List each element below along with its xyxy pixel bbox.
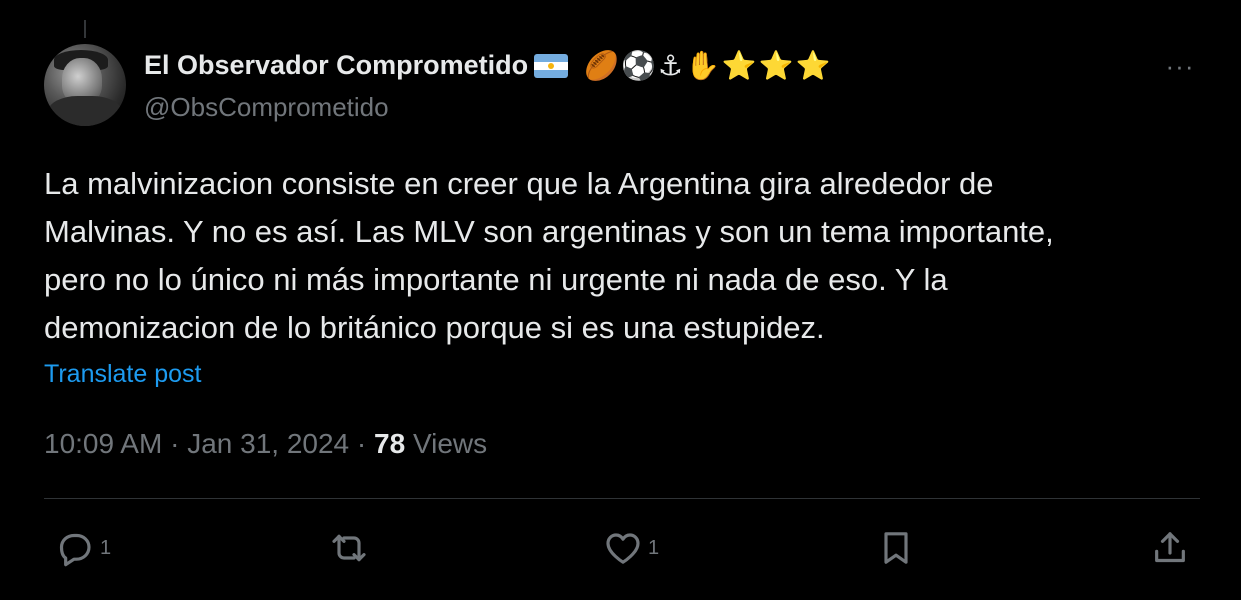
avatar[interactable] — [44, 44, 126, 126]
raised-hand-emoji: ✋ — [684, 49, 720, 81]
post-text-line: La malvinizacion consiste en creer que l… — [44, 166, 994, 201]
rugby-ball-emoji: 🏉 — [584, 49, 619, 81]
soccer-ball-emoji: ⚽ — [620, 49, 656, 81]
heart-icon — [606, 533, 640, 564]
divider — [44, 498, 1200, 499]
anchor-emoji: ⚓ — [657, 49, 683, 81]
views-count: 78 — [374, 428, 406, 459]
meta-separator: · — [170, 428, 180, 459]
bookmark-button[interactable] — [876, 528, 916, 568]
reply-count: 1 — [100, 536, 112, 559]
reply-icon — [59, 533, 91, 567]
star-emoji: ⭐ — [758, 49, 794, 81]
share-button[interactable] — [1150, 528, 1190, 568]
post-time[interactable]: 10:09 AM — [44, 428, 162, 459]
author-display-name[interactable]: El Observador Comprometido — [144, 50, 528, 81]
name-emojis: 🏉 ⚽ ⚓ ✋ ⭐ ⭐ ⭐ — [584, 49, 831, 81]
repost-button[interactable] — [326, 528, 376, 568]
post-text-line: demonizacion de lo británico porque si e… — [44, 310, 825, 345]
share-icon — [1155, 532, 1185, 563]
post-date[interactable]: Jan 31, 2024 — [187, 428, 349, 459]
more-options-button[interactable]: ··· — [1160, 50, 1200, 82]
post-text-line: pero no lo único ni más importante ni ur… — [44, 262, 948, 297]
thread-line — [84, 20, 86, 38]
repost-icon — [332, 534, 366, 562]
post-meta: 10:09 AM · Jan 31, 2024 · 78 Views — [44, 428, 487, 460]
post-text-line: Malvinas. Y no es así. Las MLV son argen… — [44, 214, 1054, 249]
star-emoji: ⭐ — [795, 49, 831, 81]
views-label: Views — [412, 428, 488, 459]
author-handle[interactable]: @ObsComprometido — [144, 92, 389, 123]
avatar-coat — [48, 96, 122, 126]
argentina-flag-icon — [534, 53, 569, 78]
like-count: 1 — [648, 536, 660, 559]
meta-separator: · — [356, 428, 367, 459]
star-emoji: ⭐ — [721, 49, 757, 81]
author-name-row[interactable]: El Observador Comprometido 🏉 ⚽ ⚓ ✋ ⭐ ⭐ ⭐ — [144, 50, 830, 81]
reply-button[interactable]: 1 — [52, 528, 111, 568]
bookmark-icon — [884, 532, 908, 564]
post-text: La malvinizacion consiste en creer que l… — [44, 160, 1204, 352]
like-button[interactable]: 1 — [602, 528, 659, 568]
translate-post-link[interactable]: Translate post — [44, 360, 201, 389]
